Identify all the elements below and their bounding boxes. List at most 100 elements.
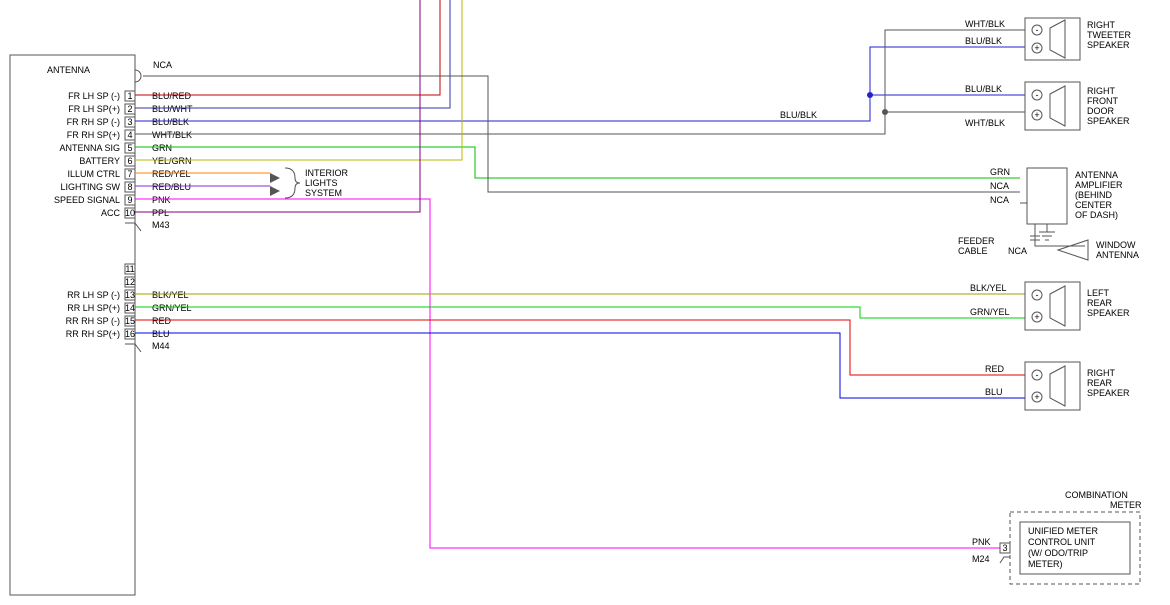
svg-text:14: 14 (125, 303, 135, 313)
svg-text:RIGHT: RIGHT (1087, 86, 1116, 96)
svg-text:OF DASH): OF DASH) (1075, 210, 1118, 220)
svg-text:BATTERY: BATTERY (79, 156, 120, 166)
svg-text:UNIFIED METER: UNIFIED METER (1028, 526, 1099, 536)
svg-text:15: 15 (125, 316, 135, 326)
svg-text:LIGHTS: LIGHTS (305, 178, 338, 188)
conn-m43: M43 (152, 220, 170, 230)
svg-text:RIGHT: RIGHT (1087, 368, 1116, 378)
color-1: BLU/RED (152, 91, 192, 101)
svg-text:RED: RED (152, 316, 172, 326)
svg-text:SPEAKER: SPEAKER (1087, 308, 1130, 318)
wire-wht-blk (135, 30, 1025, 134)
svg-text:BLU: BLU (152, 329, 170, 339)
svg-text:6: 6 (127, 156, 132, 166)
antenna-amplifier: ANTENNAAMPLIFIER(BEHINDCENTEROF DASH) (1027, 168, 1123, 246)
svg-text:BLK/YEL: BLK/YEL (970, 283, 1007, 293)
svg-text:+: + (1034, 312, 1039, 322)
connector-a: FR LH SP (-) 1 BLU/RED FR LH SP(+) 2 BLU… (54, 91, 193, 231)
right-front-door-speaker: - + RIGHTFRONTDOORSPEAKER (1025, 82, 1130, 130)
svg-text:LEFT: LEFT (1087, 288, 1110, 298)
svg-text:+: + (1034, 43, 1039, 53)
svg-text:YEL/GRN: YEL/GRN (152, 156, 192, 166)
svg-text:RR RH SP (-): RR RH SP (-) (66, 316, 120, 326)
wire-blu (135, 333, 1025, 398)
svg-text:SPEED SIGNAL: SPEED SIGNAL (54, 195, 120, 205)
nca-coax: NCA (153, 60, 172, 70)
svg-text:COMBINATION: COMBINATION (1065, 490, 1128, 500)
svg-text:NCA: NCA (1008, 246, 1027, 256)
svg-text:BLU/WHT: BLU/WHT (152, 104, 193, 114)
svg-text:ILLUM CTRL: ILLUM CTRL (67, 169, 120, 179)
svg-text:DOOR: DOOR (1087, 106, 1115, 116)
svg-text:BLU: BLU (985, 387, 1003, 397)
svg-text:7: 7 (127, 169, 132, 179)
svg-text:4: 4 (127, 130, 132, 140)
svg-text:SPEAKER: SPEAKER (1087, 40, 1130, 50)
svg-text:AMPLIFIER: AMPLIFIER (1075, 180, 1123, 190)
conn-m44: M44 (152, 341, 170, 351)
svg-text:-: - (1036, 290, 1039, 300)
svg-text:PNK: PNK (972, 537, 991, 547)
antenna-label: ANTENNA (47, 65, 90, 75)
wiring-diagram: ANTENNA NCA FR LH SP (-) 1 BLU/RED FR LH… (0, 0, 1170, 605)
feeder-cable-label: FEEDER (958, 236, 995, 246)
svg-text:REAR: REAR (1087, 298, 1113, 308)
svg-text:RED: RED (985, 364, 1005, 374)
svg-text:FR LH SP(+): FR LH SP(+) (68, 104, 120, 114)
svg-text:REAR: REAR (1087, 378, 1113, 388)
svg-text:SPEAKER: SPEAKER (1087, 116, 1130, 126)
svg-text:GRN/YEL: GRN/YEL (970, 307, 1010, 317)
svg-text:2: 2 (127, 104, 132, 114)
svg-text:FR RH SP(+): FR RH SP(+) (67, 130, 120, 140)
svg-text:PPL: PPL (152, 208, 169, 218)
svg-text:BLU/BLK: BLU/BLK (152, 117, 189, 127)
interior-lights-system: INTERIOR LIGHTS SYSTEM (270, 168, 349, 198)
svg-text:ANTENNA: ANTENNA (1075, 170, 1118, 180)
svg-text:WINDOW: WINDOW (1096, 240, 1136, 250)
svg-text:WHT/BLK: WHT/BLK (152, 130, 192, 140)
svg-text:NCA: NCA (990, 195, 1009, 205)
svg-text:ANTENNA SIG: ANTENNA SIG (59, 143, 120, 153)
svg-text:+: + (1034, 392, 1039, 402)
svg-text:GRN: GRN (990, 167, 1010, 177)
svg-text:METER: METER (1110, 500, 1142, 510)
svg-text:(W/ ODO/TRIP: (W/ ODO/TRIP (1028, 548, 1088, 558)
svg-text:FR RH SP (-): FR RH SP (-) (67, 117, 120, 127)
svg-text:RR RH SP(+): RR RH SP(+) (66, 329, 120, 339)
svg-text:WHT/BLK: WHT/BLK (965, 118, 1005, 128)
left-rear-speaker: - + LEFTREARSPEAKER (1025, 282, 1130, 330)
svg-text:5: 5 (127, 143, 132, 153)
sig-1: FR LH SP (-) (68, 91, 120, 101)
svg-text:BLU/BLK: BLU/BLK (780, 110, 817, 120)
svg-text:16: 16 (125, 329, 135, 339)
svg-text:M24: M24 (972, 554, 990, 564)
svg-text:ACC: ACC (101, 208, 121, 218)
svg-text:SPEAKER: SPEAKER (1087, 388, 1130, 398)
svg-text:ANTENNA: ANTENNA (1096, 250, 1139, 260)
svg-text:-: - (1036, 370, 1039, 380)
wire-red (135, 320, 1025, 375)
svg-text:13: 13 (125, 290, 135, 300)
svg-text:RIGHT: RIGHT (1087, 20, 1116, 30)
svg-text:METER): METER) (1028, 559, 1063, 569)
right-tweeter-speaker: - + RIGHTTWEETERSPEAKER (1025, 18, 1131, 60)
right-rear-speaker: - + RIGHTREARSPEAKER (1025, 362, 1130, 410)
svg-text:RR LH SP(+): RR LH SP(+) (67, 303, 120, 313)
svg-text:8: 8 (127, 182, 132, 192)
connector-b: 11 12 RR LH SP (-) 13 BLK/YEL RR LH SP(+… (66, 264, 192, 352)
svg-text:-: - (1036, 90, 1039, 100)
wire-blu-blk (135, 47, 1025, 121)
svg-text:CONTROL UNIT: CONTROL UNIT (1028, 537, 1096, 547)
svg-text:11: 11 (125, 264, 134, 274)
svg-text:(BEHIND: (BEHIND (1075, 190, 1113, 200)
wire-pnk (135, 199, 1010, 548)
svg-text:RED/YEL: RED/YEL (152, 169, 191, 179)
svg-text:INTERIOR: INTERIOR (305, 168, 349, 178)
svg-text:PNK: PNK (152, 195, 171, 205)
svg-text:TWEETER: TWEETER (1087, 30, 1131, 40)
wire-blu-red (135, 0, 440, 95)
svg-text:NCA: NCA (990, 181, 1009, 191)
svg-text:12: 12 (125, 277, 135, 287)
svg-text:+: + (1034, 110, 1039, 120)
svg-text:BLK/YEL: BLK/YEL (152, 290, 189, 300)
